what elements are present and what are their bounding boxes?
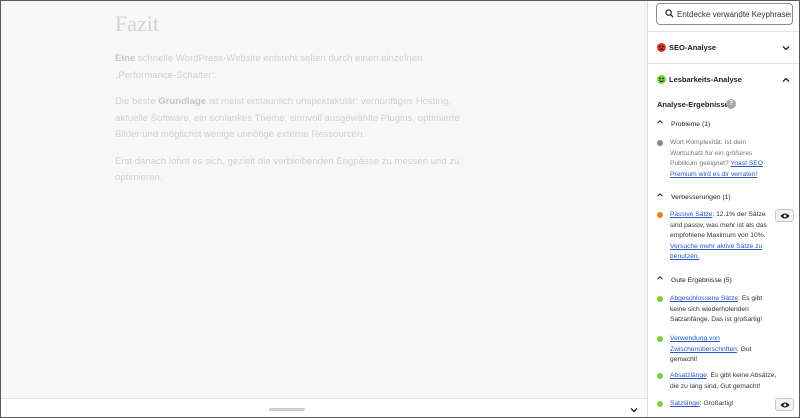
- smiley-face-icon: [657, 75, 666, 84]
- orange-bullet-icon: [657, 212, 663, 218]
- editor-canvas[interactable]: Fazit Eine schnelle WordPress-Website en…: [1, 1, 647, 398]
- good-results-group-header[interactable]: Gute Ergebnisse (5): [656, 274, 732, 284]
- green-bullet-icon: [657, 296, 663, 302]
- result-text: Absatzlänge: Es gibt keine Absätze, die …: [670, 371, 778, 392]
- paragraph-1-text: schnelle WordPress-Website entsteht selt…: [115, 53, 423, 81]
- result-text: Wort Komplexität: Ist dein Wortschatz fü…: [670, 138, 770, 180]
- related-keyphrases-search[interactable]: [656, 3, 793, 25]
- editor-footer: [1, 398, 647, 417]
- paragraph-2[interactable]: Die beste Grundlage ist meist erstaunlic…: [115, 94, 465, 144]
- help-icon[interactable]: ?: [726, 99, 736, 109]
- result-text: Verwendung von Zwischenüberschriften: Gu…: [670, 334, 770, 366]
- resize-handle[interactable]: [269, 408, 305, 411]
- chevron-down-icon[interactable]: [781, 43, 791, 53]
- result-description: : Großartig!: [699, 400, 734, 407]
- keyphrase-search-input[interactable]: [677, 7, 791, 21]
- active-sentences-link[interactable]: Versuche mehr aktive Sätze zu benutzen.: [670, 243, 762, 261]
- sad-face-icon: [657, 43, 666, 52]
- eye-icon: [780, 213, 790, 219]
- post-content: Fazit Eine schnelle WordPress-Website en…: [115, 9, 465, 197]
- seo-analysis-header[interactable]: SEO-Analyse: [648, 32, 799, 64]
- seo-analysis-panel[interactable]: SEO-Analyse: [648, 31, 799, 63]
- chevron-up-icon[interactable]: [781, 75, 791, 85]
- highlight-passive-button[interactable]: [775, 209, 794, 222]
- chevron-up-icon: [656, 118, 665, 128]
- sentence-length-link[interactable]: Satzlänge: [670, 400, 700, 407]
- chevron-up-icon: [656, 191, 665, 201]
- green-bullet-icon: [657, 401, 663, 407]
- good-results-label: Gute Ergebnisse (5): [671, 277, 732, 284]
- subheadings-link[interactable]: Verwendung von Zwischenüberschriften: [670, 335, 737, 353]
- paragraph-1[interactable]: Eine schnelle WordPress-Website entsteht…: [115, 51, 465, 84]
- result-text: Abgeschlossene Sätze: Es gibt keine sich…: [670, 294, 770, 326]
- paragraph-2-text-a: Die beste: [115, 96, 159, 107]
- readability-analysis-title: Lesbarkeits-Analyse: [669, 75, 742, 84]
- improvements-label: Verbesserungen (1): [671, 194, 731, 201]
- paragraph-3[interactable]: Erst danach lohnt es sich, gezielt die v…: [115, 154, 465, 187]
- consecutive-sentences-link[interactable]: Abgeschlossene Sätze: [670, 295, 738, 302]
- neutral-bullet-icon: [657, 140, 663, 146]
- green-bullet-icon: [657, 373, 663, 379]
- result-text: Satzlänge: Großartig!: [670, 399, 770, 410]
- readability-analysis-header[interactable]: Lesbarkeits-Analyse: [648, 64, 799, 96]
- seo-analysis-title: SEO-Analyse: [669, 43, 717, 52]
- eye-icon: [780, 402, 790, 408]
- result-text: Passive Sätze: 12.1% der Sätze sind pass…: [670, 210, 770, 263]
- passive-sentences-link[interactable]: Passive Sätze: [670, 211, 712, 218]
- highlight-sentence-length-button[interactable]: [775, 398, 794, 411]
- bold-text: Eine: [115, 53, 136, 64]
- green-bullet-icon: [657, 336, 663, 342]
- bold-text: Grundlage: [158, 96, 207, 107]
- chevron-down-icon[interactable]: [628, 403, 640, 415]
- problems-group-header[interactable]: Probleme (1): [656, 118, 710, 128]
- chevron-up-icon: [656, 274, 665, 284]
- heading-fazit[interactable]: Fazit: [115, 9, 465, 39]
- yoast-sidebar: SEO-Analyse Lesbarkeits-Analyse Analyse-…: [647, 1, 799, 417]
- search-icon: [665, 9, 674, 18]
- paragraph-length-link[interactable]: Absatzlänge: [670, 372, 707, 379]
- improvements-group-header[interactable]: Verbesserungen (1): [656, 191, 731, 201]
- problems-label: Probleme (1): [671, 121, 711, 128]
- analysis-results-title: Analyse-Ergebnisse: [657, 100, 729, 109]
